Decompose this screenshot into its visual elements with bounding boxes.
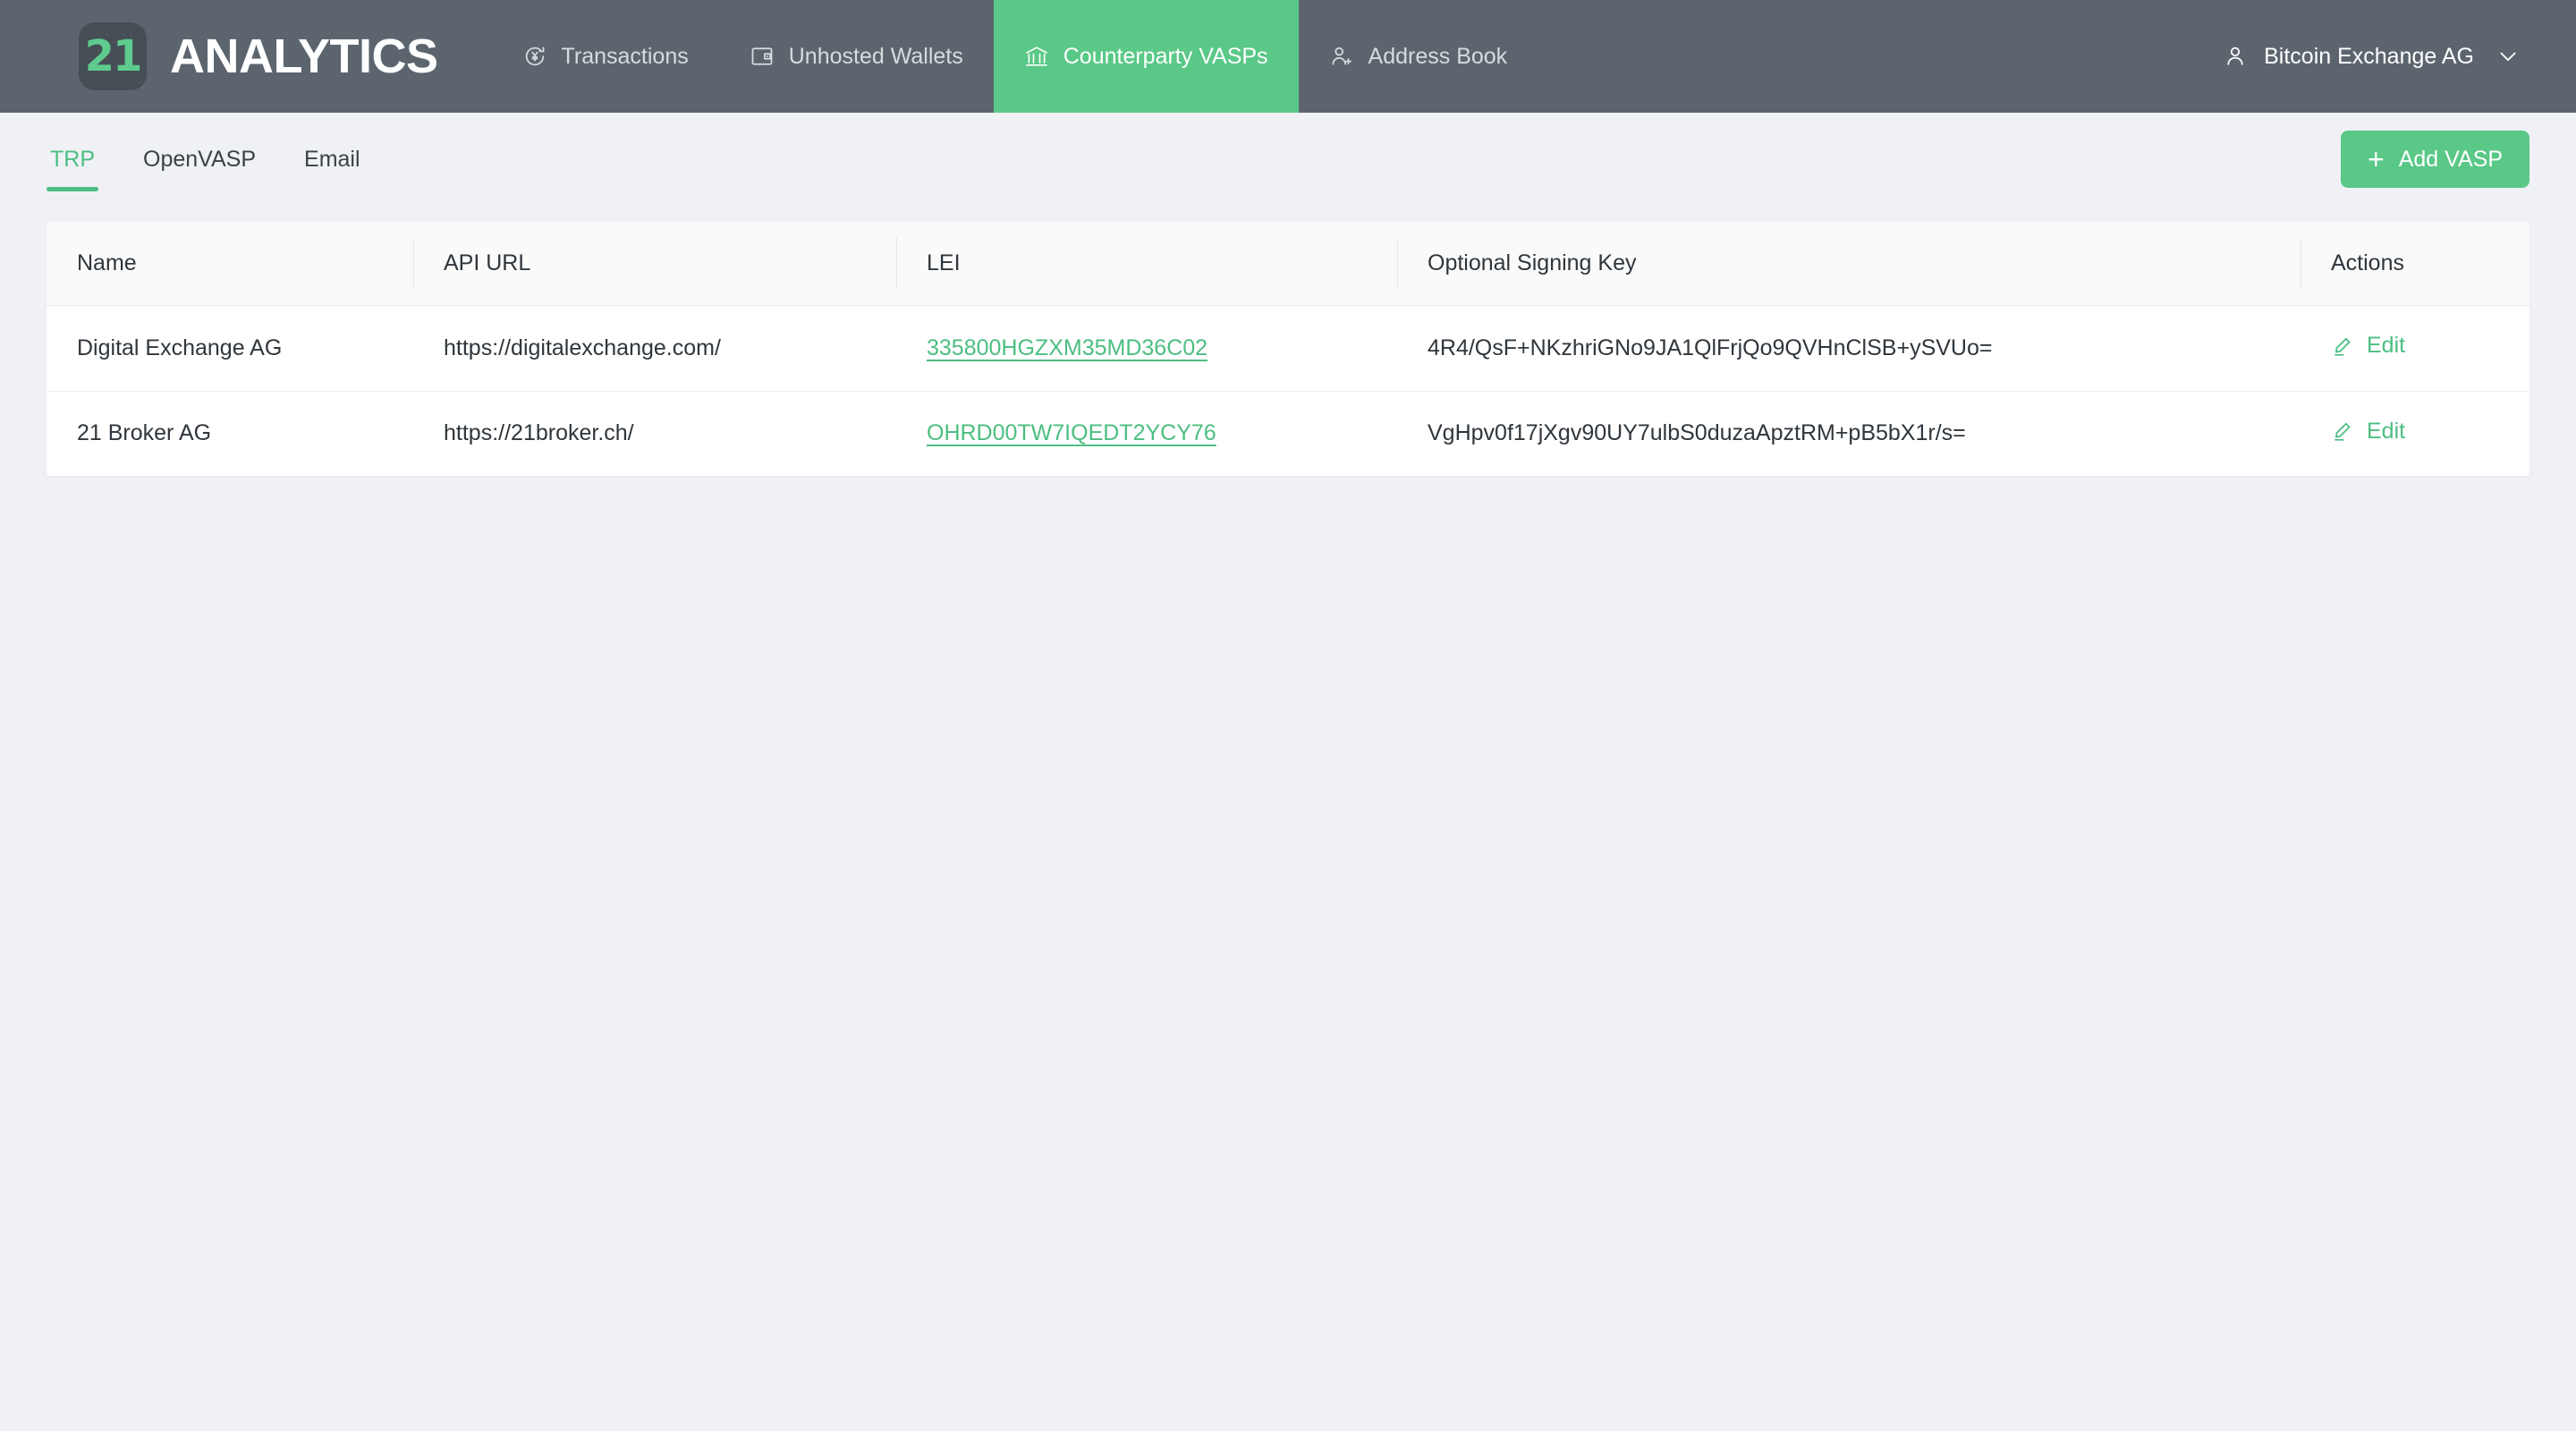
cell-signing-key: VgHpv0f17jXgv90UY7ulbS0duzaApztRM+pB5bX1…: [1428, 420, 1966, 446]
tab-label-openvasp: OpenVASP: [143, 146, 257, 172]
logo-21-text: 21: [84, 31, 143, 81]
add-vasp-button[interactable]: + Add VASP: [2341, 131, 2529, 188]
cell-api-url: https://21broker.ch/: [444, 420, 634, 446]
cell-name: Digital Exchange AG: [47, 305, 413, 392]
sub-navigation-bar: TRP OpenVASP Email + Add VASP: [0, 113, 2576, 206]
logo-tile-icon: 21: [79, 22, 147, 90]
column-header-name: Name: [47, 222, 413, 306]
cell-signing-key: 4R4/QsF+NKzhriGNo9JA1QlFrjQo9QVHnClSB+yS…: [1397, 305, 2301, 392]
plus-icon: +: [2368, 143, 2385, 175]
cell-lei: 335800HGZXM35MD36C02: [896, 305, 1397, 392]
user-account-menu[interactable]: Bitcoin Exchange AG: [2192, 0, 2576, 113]
table-body: Digital Exchange AG https://digitalexcha…: [47, 305, 2529, 477]
tab-openvasp[interactable]: OpenVASP: [140, 113, 259, 206]
lei-link[interactable]: 335800HGZXM35MD36C02: [927, 335, 1208, 360]
edit-label: Edit: [2367, 418, 2406, 444]
cell-actions: Edit: [2301, 391, 2529, 476]
cell-lei: OHRD00TW7IQEDT2YCY76: [896, 391, 1397, 476]
user-account-name: Bitcoin Exchange AG: [2264, 43, 2474, 69]
transactions-currency-refresh-icon: [522, 44, 547, 69]
nav-label-address-book: Address Book: [1368, 43, 1508, 69]
protocol-tabs: TRP OpenVASP Email: [47, 113, 364, 206]
column-header-api-url: API URL: [413, 222, 896, 306]
pencil-edit-icon: [2331, 419, 2354, 443]
bank-institution-icon: [1024, 44, 1049, 69]
wallet-icon: [750, 44, 775, 69]
tab-email[interactable]: Email: [301, 113, 364, 206]
cell-actions: Edit: [2301, 305, 2529, 392]
pencil-edit-icon: [2331, 334, 2354, 358]
user-icon: [2223, 44, 2248, 69]
lei-link[interactable]: OHRD00TW7IQEDT2YCY76: [927, 420, 1216, 445]
primary-nav: Transactions Unhosted Wallets Counterpar…: [492, 0, 2193, 113]
nav-item-transactions[interactable]: Transactions: [492, 0, 719, 113]
vasp-table: Name API URL LEI Optional Signing Key Ac…: [47, 222, 2529, 476]
table-row: 21 Broker AG https://21broker.ch/ OHRD00…: [47, 391, 2529, 476]
cell-api-url: https://digitalexchange.com/: [413, 305, 896, 392]
person-add-icon: [1329, 44, 1354, 69]
chevron-down-icon: [2496, 44, 2521, 69]
tab-label-email: Email: [304, 146, 360, 172]
nav-item-counterparty-vasps[interactable]: Counterparty VASPs: [993, 0, 1299, 113]
edit-button[interactable]: Edit: [2331, 333, 2405, 359]
column-header-signing-key: Optional Signing Key: [1397, 222, 2301, 306]
table-header-row: Name API URL LEI Optional Signing Key Ac…: [47, 222, 2529, 306]
nav-item-unhosted-wallets[interactable]: Unhosted Wallets: [719, 0, 994, 113]
edit-button[interactable]: Edit: [2331, 419, 2405, 445]
add-vasp-label: Add VASP: [2398, 146, 2503, 172]
nav-label-unhosted-wallets: Unhosted Wallets: [788, 43, 963, 69]
top-navigation-bar: 21 ANALYTICS Transactions Unhosted Walle…: [0, 0, 2576, 113]
table-row: Digital Exchange AG https://digitalexcha…: [47, 305, 2529, 392]
brand-logo[interactable]: 21 ANALYTICS: [0, 0, 438, 113]
tab-label-trp: TRP: [50, 146, 95, 172]
brand-name-text: ANALYTICS: [170, 30, 438, 83]
vasp-table-container: Name API URL LEI Optional Signing Key Ac…: [47, 222, 2529, 476]
column-header-lei: LEI: [896, 222, 1397, 306]
tab-trp[interactable]: TRP: [47, 113, 98, 206]
nav-label-transactions: Transactions: [561, 43, 689, 69]
table-header: Name API URL LEI Optional Signing Key Ac…: [47, 222, 2529, 306]
nav-label-counterparty-vasps: Counterparty VASPs: [1063, 43, 1268, 69]
cell-name: 21 Broker AG: [77, 420, 212, 446]
column-header-actions: Actions: [2301, 222, 2529, 306]
nav-item-address-book[interactable]: Address Book: [1299, 0, 1538, 113]
edit-label: Edit: [2367, 333, 2406, 358]
